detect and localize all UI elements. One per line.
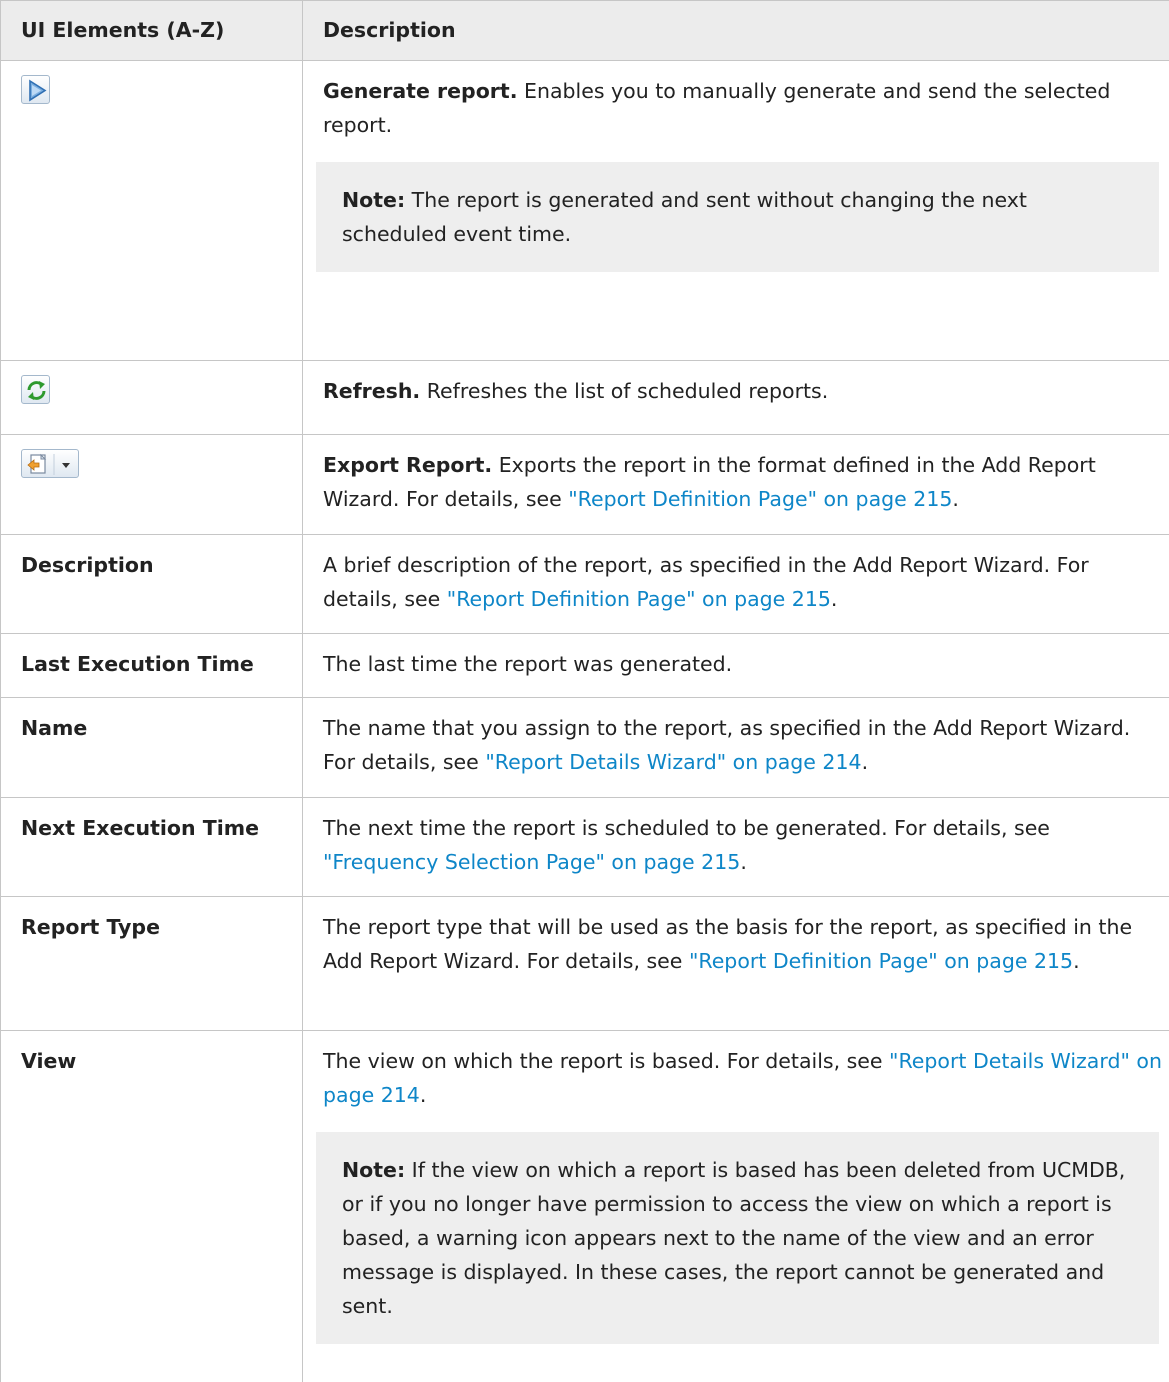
punctuation: . xyxy=(1073,949,1080,973)
punctuation: . xyxy=(862,750,869,774)
ui-element-cell xyxy=(1,435,303,535)
description-text: The last time the report was generated. xyxy=(323,652,732,676)
punctuation: . xyxy=(740,850,747,874)
lead-text: Refresh. xyxy=(323,379,420,403)
table-row: Description A brief description of the r… xyxy=(1,535,1169,634)
lead-text: Export Report. xyxy=(323,453,492,477)
description-cell: Export Report. Exports the report in the… xyxy=(303,435,1169,535)
ui-elements-table: UI Elements (A-Z) Description Generate r… xyxy=(0,0,1169,1382)
report-definition-link[interactable]: "Report Definition Page" on page 215 xyxy=(447,587,831,611)
description-cell: Generate report. Enables you to manually… xyxy=(303,61,1169,361)
description-cell: The name that you assign to the report, … xyxy=(303,698,1169,798)
refresh-icon[interactable] xyxy=(21,375,50,404)
note-text: If the view on which a report is based h… xyxy=(342,1158,1125,1318)
table-row: View The view on which the report is bas… xyxy=(1,1031,1169,1382)
table-row: Last Execution Time The last time the re… xyxy=(1,634,1169,698)
description-cell: The report type that will be used as the… xyxy=(303,897,1169,1031)
note-box: Note: If the view on which a report is b… xyxy=(316,1132,1159,1344)
report-details-wizard-link[interactable]: "Report Details Wizard" on page 214 xyxy=(485,750,861,774)
note-text: The report is generated and sent without… xyxy=(342,188,1027,246)
ui-element-cell xyxy=(1,61,303,361)
ui-element-name: Next Execution Time xyxy=(1,798,303,897)
description-cell: The next time the report is scheduled to… xyxy=(303,798,1169,897)
punctuation: . xyxy=(831,587,838,611)
description-text: The next time the report is scheduled to… xyxy=(323,816,1050,840)
table-row: Export Report. Exports the report in the… xyxy=(1,435,1169,535)
note-label: Note: xyxy=(342,1158,405,1182)
table-row: Generate report. Enables you to manually… xyxy=(1,61,1169,361)
ui-element-name: Description xyxy=(1,535,303,634)
ui-element-name: Report Type xyxy=(1,897,303,1031)
table-row: Name The name that you assign to the rep… xyxy=(1,698,1169,798)
export-icon[interactable] xyxy=(21,449,79,478)
play-icon[interactable] xyxy=(21,75,50,104)
ui-element-cell xyxy=(1,361,303,435)
column-header-ui-elements: UI Elements (A-Z) xyxy=(1,1,303,61)
ui-element-name: View xyxy=(1,1031,303,1382)
report-definition-link[interactable]: "Report Definition Page" on page 215 xyxy=(689,949,1073,973)
description-cell: Refresh. Refreshes the list of scheduled… xyxy=(303,361,1169,435)
table-header-row: UI Elements (A-Z) Description xyxy=(1,1,1169,61)
ui-element-name: Name xyxy=(1,698,303,798)
punctuation: . xyxy=(420,1083,427,1107)
punctuation: . xyxy=(952,487,959,511)
report-definition-link[interactable]: "Report Definition Page" on page 215 xyxy=(568,487,952,511)
description-cell: A brief description of the report, as sp… xyxy=(303,535,1169,634)
note-box: Note: The report is generated and sent w… xyxy=(316,162,1159,272)
description-text: The view on which the report is based. F… xyxy=(323,1049,889,1073)
column-header-description: Description xyxy=(303,1,1169,61)
lead-text: Generate report. xyxy=(323,79,517,103)
note-label: Note: xyxy=(342,188,405,212)
description-text: Refreshes the list of scheduled reports. xyxy=(420,379,828,403)
frequency-selection-link[interactable]: "Frequency Selection Page" on page 215 xyxy=(323,850,740,874)
table-row: Refresh. Refreshes the list of scheduled… xyxy=(1,361,1169,435)
description-cell: The last time the report was generated. xyxy=(303,634,1169,698)
description-cell: The view on which the report is based. F… xyxy=(303,1031,1169,1382)
table-row: Next Execution Time The next time the re… xyxy=(1,798,1169,897)
ui-element-name: Last Execution Time xyxy=(1,634,303,698)
table-row: Report Type The report type that will be… xyxy=(1,897,1169,1031)
